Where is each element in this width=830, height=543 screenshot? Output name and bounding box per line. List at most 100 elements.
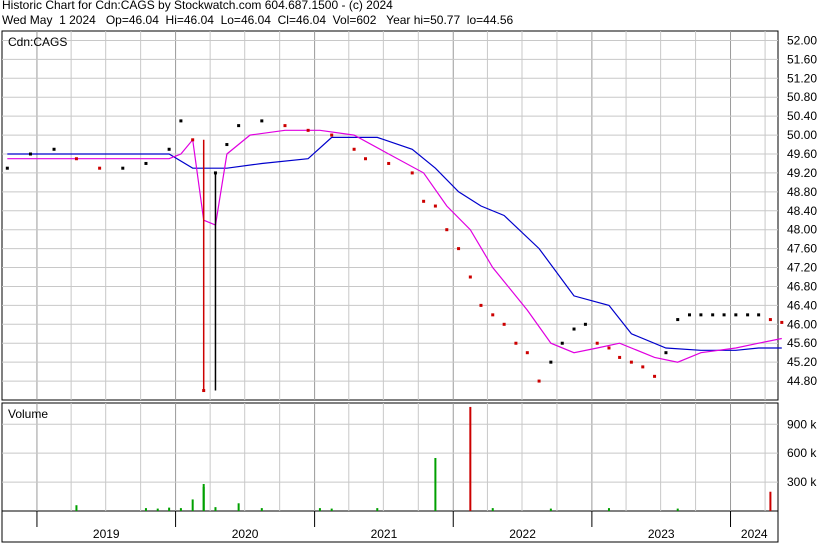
price-point — [572, 327, 576, 331]
volume-bar — [549, 508, 552, 511]
volume-bar — [75, 505, 78, 511]
price-tick-label: 48.80 — [787, 185, 817, 199]
price-tick-label: 50.00 — [787, 128, 817, 142]
price-point — [607, 346, 611, 350]
price-axis: 52.00 51.60 51.20 50.80 50.40 50.00 49.60 49.20… — [787, 33, 817, 388]
volume-bar — [491, 508, 494, 511]
price-point — [664, 351, 668, 355]
price-tick-label: 50.80 — [787, 90, 817, 104]
price-point — [422, 199, 426, 203]
price-tick-label: 47.60 — [787, 242, 817, 256]
price-point — [144, 161, 148, 165]
price-point — [583, 322, 587, 326]
price-point — [479, 303, 483, 307]
price-point — [179, 119, 183, 123]
price-point — [225, 143, 229, 147]
volume-panel-title: Volume — [8, 407, 48, 421]
volume-bar — [330, 508, 333, 511]
price-point — [525, 351, 529, 355]
price-point — [687, 313, 691, 317]
price-panel-title: Cdn:CAGS — [8, 35, 67, 49]
price-tick-label: 49.60 — [787, 147, 817, 161]
price-tick-label: 45.60 — [787, 336, 817, 350]
volume-bar — [318, 508, 321, 511]
price-point — [28, 152, 32, 156]
year-label: 2023 — [648, 527, 675, 541]
volume-bar — [237, 503, 240, 511]
price-tick-label: 50.40 — [787, 109, 817, 123]
price-tick-label: 51.60 — [787, 52, 817, 66]
volume-bar — [676, 508, 679, 511]
price-point — [121, 166, 125, 170]
volume-panel — [1, 402, 779, 512]
volume-bar — [469, 406, 472, 511]
price-point — [364, 157, 368, 161]
price-point — [433, 204, 437, 208]
price-tick-label: 47.20 — [787, 261, 817, 275]
price-tick-label: 48.40 — [787, 204, 817, 218]
volume-bar — [179, 508, 182, 511]
price-point — [98, 166, 102, 170]
price-point — [410, 171, 414, 175]
price-point — [629, 360, 633, 364]
year-label: 2024 — [741, 527, 768, 541]
price-point — [5, 166, 9, 170]
price-point — [757, 313, 761, 317]
price-point — [202, 389, 206, 393]
volume-bar — [214, 507, 217, 511]
price-point — [549, 360, 553, 364]
price-point — [699, 313, 703, 317]
volume-bar — [168, 507, 171, 511]
price-point — [213, 171, 217, 175]
price-tick-label: 52.00 — [787, 33, 817, 47]
price-point — [491, 313, 495, 317]
price-point — [722, 313, 726, 317]
price-point — [52, 147, 56, 151]
price-point — [74, 157, 78, 161]
volume-tick-label: 600 k — [787, 446, 817, 460]
price-point — [237, 124, 241, 128]
volume-bar — [260, 508, 263, 511]
volume-bar — [376, 508, 379, 511]
price-point — [330, 133, 334, 137]
price-point — [618, 355, 622, 359]
price-tick-label: 44.80 — [787, 374, 817, 388]
year-label: 2022 — [509, 527, 536, 541]
price-tick-label: 46.80 — [787, 279, 817, 293]
price-point — [283, 124, 287, 128]
price-tick-label: 45.20 — [787, 355, 817, 369]
volume-tick-label: 300 k — [787, 475, 817, 489]
volume-bar — [607, 508, 610, 511]
price-point — [387, 161, 391, 165]
year-label: 2020 — [232, 527, 259, 541]
price-point — [457, 247, 461, 251]
price-tick-label: 46.40 — [787, 298, 817, 312]
price-point — [306, 128, 310, 132]
price-point — [352, 147, 356, 151]
price-point — [780, 320, 784, 324]
price-point — [445, 228, 449, 232]
price-point — [167, 147, 171, 151]
price-point — [711, 313, 715, 317]
volume-tick-label: 900 k — [787, 417, 817, 431]
volume-bar — [769, 491, 772, 511]
price-point — [191, 138, 195, 142]
price-point — [468, 275, 472, 279]
price-point — [260, 119, 264, 123]
price-point — [746, 313, 750, 317]
volume-bar — [434, 458, 437, 511]
price-tick-label: 46.00 — [787, 317, 817, 331]
price-tick-label: 49.20 — [787, 166, 817, 180]
price-point — [537, 379, 541, 383]
price-point — [514, 341, 518, 345]
price-point — [641, 365, 645, 369]
year-label: 2019 — [93, 527, 120, 541]
volume-bar — [202, 486, 205, 511]
price-point — [502, 322, 506, 326]
price-point — [595, 341, 599, 345]
year-label: 2021 — [371, 527, 398, 541]
price-tick-label: 51.20 — [787, 71, 817, 85]
price-point — [768, 318, 772, 322]
price-point — [560, 341, 564, 345]
price-panel — [1, 30, 779, 401]
